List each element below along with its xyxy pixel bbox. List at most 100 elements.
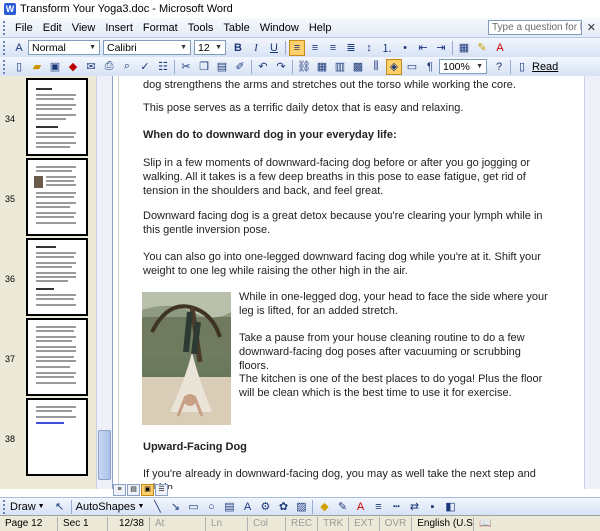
thumbnail-page-37[interactable] [26,318,88,396]
email-icon[interactable]: ✉ [83,59,99,75]
arrow-style-icon[interactable]: ⇄ [406,499,422,515]
thumbnails-scrollbar[interactable] [96,76,112,489]
save-icon[interactable]: ▣ [47,59,63,75]
undo-icon[interactable]: ↶ [255,59,271,75]
font-dropdown[interactable]: Calibri ▼ [103,40,191,55]
print-icon[interactable]: ⎙ [101,59,117,75]
yoga-pose-photo[interactable] [142,292,231,425]
document-map-icon[interactable]: ▭ [404,59,420,75]
justify-icon[interactable]: ≣ [343,40,359,56]
shadow-icon[interactable]: ▪ [424,499,440,515]
status-language[interactable]: English (U.S. [412,516,475,531]
arrow-icon[interactable]: ↘ [167,499,183,515]
columns-icon[interactable]: ⫼ [368,59,384,75]
dash-style-icon[interactable]: ┅ [388,499,404,515]
menu-tools[interactable]: Tools [183,22,219,34]
print-preview-icon[interactable]: ⌕ [119,59,135,75]
line-icon[interactable]: ╲ [149,499,165,515]
toolbar-grip[interactable] [3,499,7,514]
align-left-icon[interactable]: ≡ [289,39,305,56]
research-icon[interactable]: ☷ [155,59,171,75]
copy-icon[interactable]: ❐ [196,59,212,75]
insert-excel-icon[interactable]: ▩ [350,59,366,75]
styles-pane-icon[interactable]: A [11,40,27,56]
3d-icon[interactable]: ◧ [442,499,458,515]
align-right-icon[interactable]: ≡ [325,40,341,56]
show-hide-icon[interactable]: ¶ [422,59,438,75]
thumbnail-page-38[interactable] [26,398,88,476]
font-color-icon[interactable]: A [492,40,508,56]
border-icon[interactable]: ▦ [456,40,472,56]
help-icon[interactable]: ? [491,59,507,75]
numbering-icon[interactable]: ⒈ [379,40,395,56]
picture-icon[interactable]: ▨ [293,499,309,515]
status-rec[interactable]: REC [286,516,319,531]
menu-view[interactable]: View [67,22,101,34]
menu-help[interactable]: Help [304,22,337,34]
web-layout-icon[interactable]: ▤ [127,484,140,496]
toolbar-grip[interactable] [3,40,7,55]
menu-insert[interactable]: Insert [100,22,138,34]
new-document-icon[interactable]: ▯ [11,59,27,75]
wordart-icon[interactable]: A [239,499,255,515]
highlight-icon[interactable]: ✎ [474,40,490,56]
autoshapes-menu[interactable]: AutoShapes [76,501,136,513]
rectangle-icon[interactable]: ▭ [185,499,201,515]
normal-view-icon[interactable]: ≡ [113,484,126,496]
decrease-indent-icon[interactable]: ⇤ [415,40,431,56]
open-icon[interactable]: ▰ [29,59,45,75]
outline-view-icon[interactable]: ☰ [155,484,168,496]
thumbnails-scrollbar-thumb[interactable] [98,430,111,480]
tables-borders-icon[interactable]: ▦ [314,59,330,75]
line-style-icon[interactable]: ≡ [370,499,386,515]
read-layout-icon[interactable]: ▯ [514,59,530,75]
font-size-dropdown[interactable]: 12 ▼ [194,40,226,55]
select-objects-icon[interactable]: ↖ [52,499,68,515]
paste-icon[interactable]: ▤ [214,59,230,75]
spelling-status-icon[interactable]: 📖 [474,517,496,531]
textbox-icon[interactable]: ▤ [221,499,237,515]
menu-format[interactable]: Format [138,22,183,34]
status-trk[interactable]: TRK [318,516,350,531]
redo-icon[interactable]: ↷ [273,59,289,75]
toolbar-grip[interactable] [3,59,7,74]
spelling-icon[interactable]: ✓ [137,59,153,75]
thumbnail-page-35[interactable] [26,158,88,236]
font-color-icon[interactable]: A [352,499,368,515]
ask-question-input[interactable]: Type a question for help [488,20,582,35]
align-center-icon[interactable]: ≡ [307,40,323,56]
thumbnail-page-34[interactable] [26,78,88,156]
insert-table-icon[interactable]: ▥ [332,59,348,75]
bullets-icon[interactable]: • [397,40,413,56]
bold-icon[interactable]: B [230,40,246,56]
increase-indent-icon[interactable]: ⇥ [433,40,449,56]
close-document-icon[interactable]: ✕ [587,21,596,34]
fill-color-icon[interactable]: ◆ [316,499,332,515]
diagram-icon[interactable]: ⚙ [257,499,273,515]
menu-edit[interactable]: Edit [38,22,67,34]
zoom-dropdown[interactable]: 100% ▼ [439,59,487,74]
line-color-icon[interactable]: ✎ [334,499,350,515]
menu-window[interactable]: Window [255,22,304,34]
line-spacing-icon[interactable]: ↕ [361,40,377,56]
menu-table[interactable]: Table [218,22,254,34]
read-button[interactable]: Read [532,61,558,73]
vertical-scrollbar[interactable] [584,76,600,489]
style-dropdown[interactable]: Normal ▼ [28,40,100,55]
drawing-icon[interactable]: ◈ [386,58,402,75]
cut-icon[interactable]: ✂ [178,59,194,75]
underline-icon[interactable]: U [266,40,282,56]
status-ext[interactable]: EXT [349,516,380,531]
menu-grip[interactable] [3,20,7,35]
print-layout-icon[interactable]: ▣ [141,484,154,496]
italic-icon[interactable]: I [248,40,264,56]
format-painter-icon[interactable]: ✐ [232,59,248,75]
document-page[interactable]: dog strengthens the arms and stretches o… [113,76,584,489]
clipart-icon[interactable]: ✿ [275,499,291,515]
oval-icon[interactable]: ○ [203,499,219,515]
thumbnail-page-36[interactable] [26,238,88,316]
draw-menu[interactable]: Draw [10,501,36,513]
status-ovr[interactable]: OVR [380,516,413,531]
menu-file[interactable]: File [10,22,38,34]
permission-icon[interactable]: ◆ [65,59,81,75]
